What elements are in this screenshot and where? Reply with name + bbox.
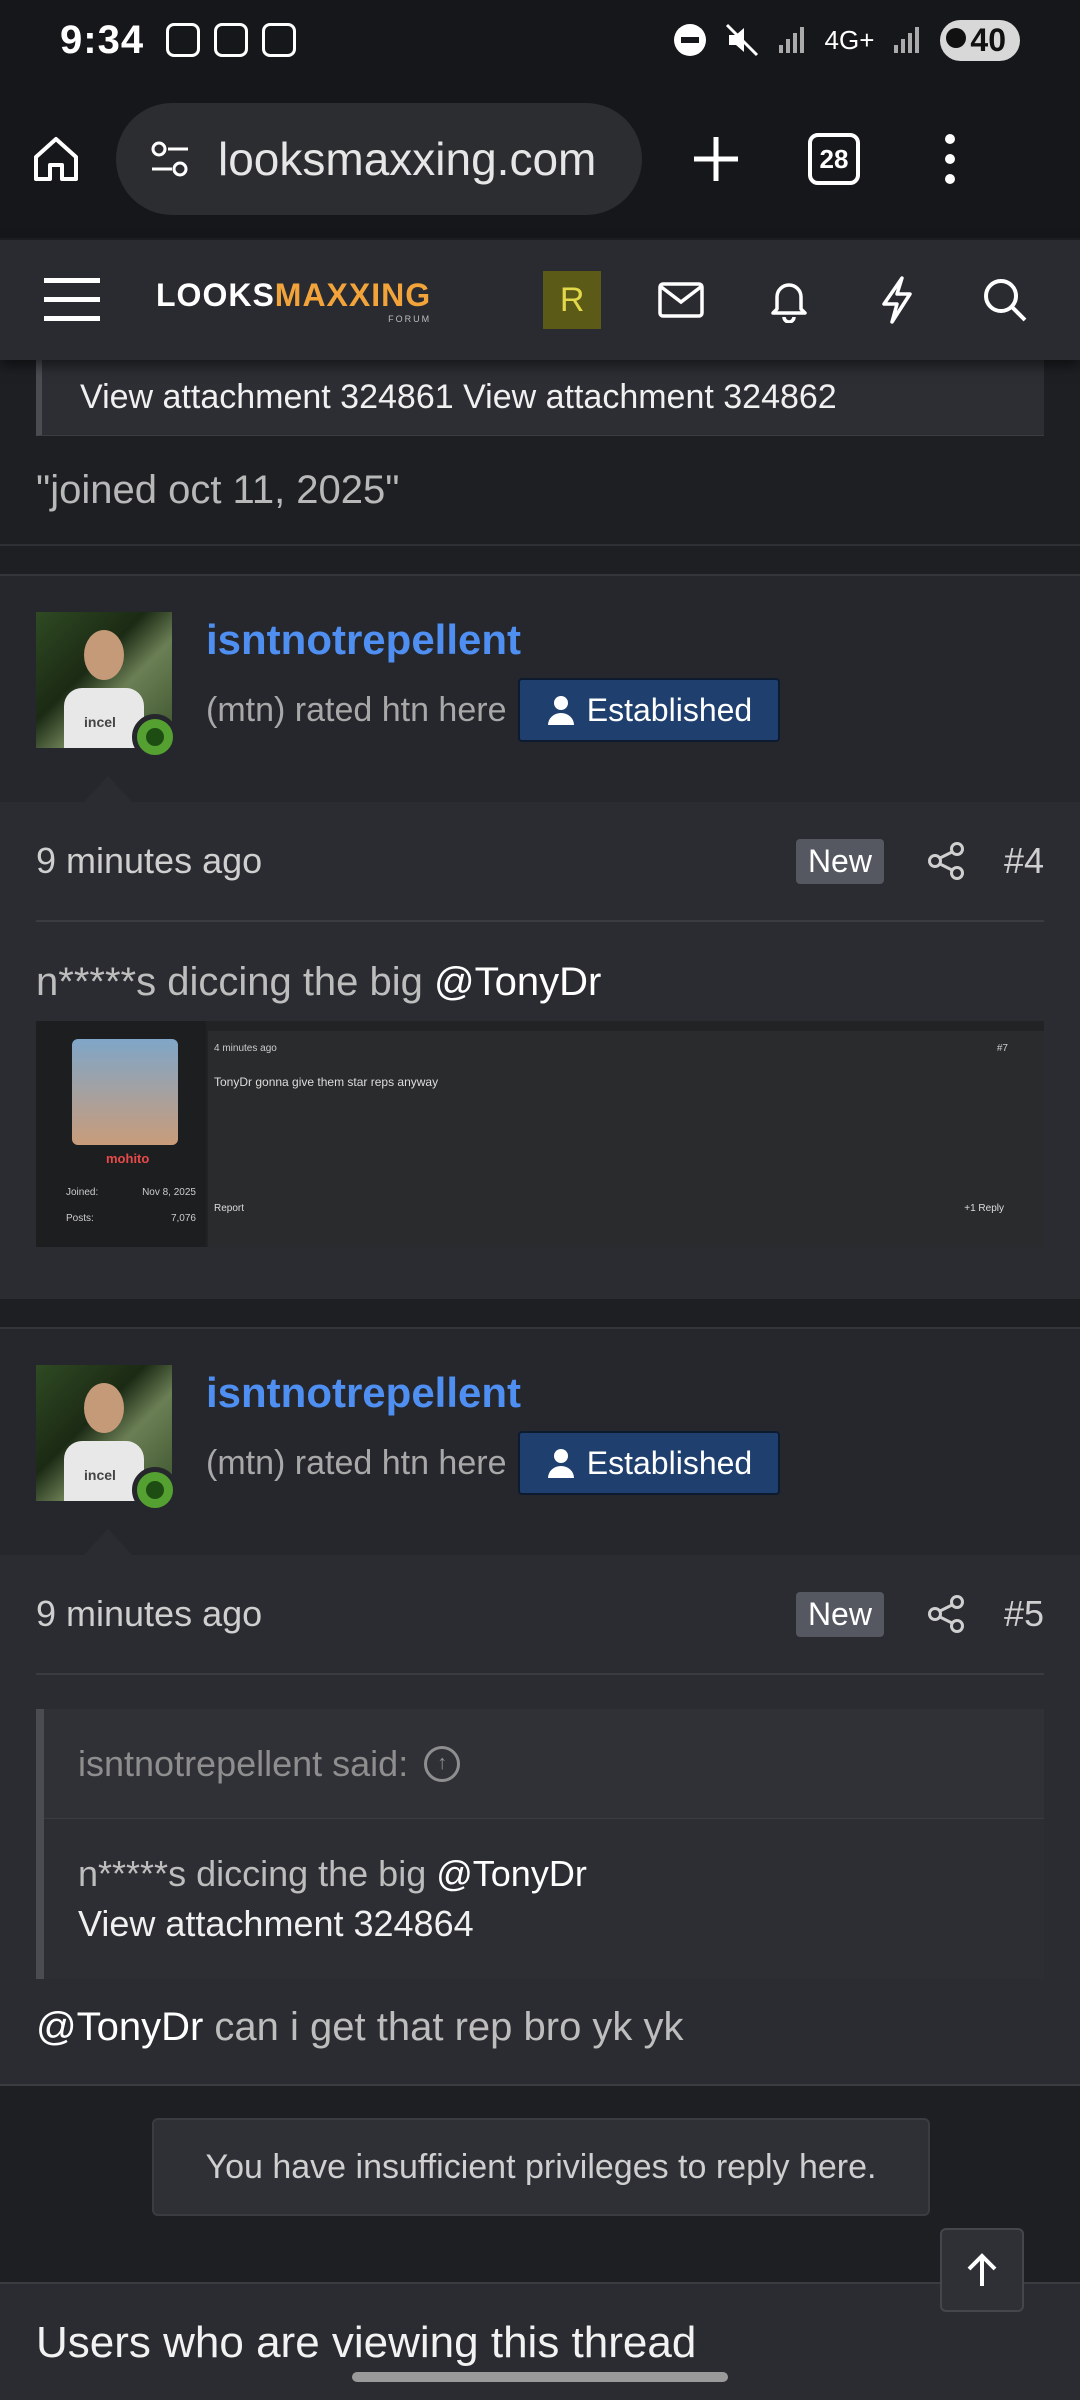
attachment-report: Report [214, 1203, 245, 1214]
post-body: 9 minutes ago New #5 isntnotrepellent sa… [0, 1555, 1080, 2086]
signal-icon-2 [894, 27, 920, 53]
new-badge: New [795, 838, 884, 884]
status-time: 9:34 [60, 17, 145, 62]
quote-body: n*****s diccing the big @TonyDr View att… [44, 1819, 1044, 1979]
attachment-image[interactable]: mohito Joined: Nov 8, 2025 Posts: 7,076 4 … [36, 1021, 1044, 1247]
gesture-nav-handle[interactable] [352, 2372, 728, 2382]
attachment-actions: +1 Reply [964, 1203, 1004, 1214]
username-link[interactable]: isntnotrepellent [206, 616, 780, 664]
viewers-heading: Users who are viewing this thread [0, 2282, 1080, 2400]
account-avatar[interactable]: R [543, 271, 602, 329]
signal-icon [778, 27, 804, 53]
attachment-posts-value: 7,076 [170, 1213, 196, 1224]
user-icon [547, 1449, 574, 1478]
established-badge: Established [518, 678, 781, 742]
logo-text-right: MAXXING [274, 276, 432, 313]
hamburger-menu-icon[interactable] [44, 276, 100, 324]
online-status-icon [132, 714, 178, 760]
established-badge: Established [518, 1431, 781, 1495]
home-icon[interactable] [28, 131, 84, 187]
user-icon [547, 696, 574, 725]
mention-link[interactable]: @TonyDr [434, 960, 601, 1004]
app-notification-icon [166, 23, 201, 57]
notification-icons [166, 23, 297, 57]
online-status-icon [132, 1467, 178, 1513]
timer-icon [262, 23, 297, 57]
post: incel isntnotrepellent (mtn) rated htn h… [0, 574, 1080, 1299]
user-avatar[interactable]: incel [36, 612, 178, 760]
arrow-up-circle-icon[interactable]: ↑ [424, 1745, 461, 1782]
inbox-icon[interactable] [653, 272, 709, 328]
message-text: can i get that rep bro yk yk [203, 2005, 684, 2049]
user-avatar[interactable]: incel [36, 1365, 178, 1513]
thread-content: View attachment 324861 View attachment 3… [0, 360, 1080, 2276]
attachment-like: +1 [964, 1203, 976, 1214]
attachment-joined-value: Nov 8, 2025 [142, 1187, 196, 1198]
logo-subtext: FORUM [388, 313, 432, 324]
attachment-member: mohito [106, 1151, 150, 1166]
insufficient-privileges-notice: You have insufficient privileges to repl… [152, 2118, 930, 2216]
status-bar: 9:34 4G+ 40 [0, 0, 1080, 80]
post-message: @TonyDr can i get that rep bro yk yk [0, 1979, 1080, 2086]
tab-switcher-button[interactable]: 28 [808, 133, 860, 185]
mute-icon [725, 23, 758, 57]
previous-post-quote[interactable]: View attachment 324861 View attachment 3… [36, 360, 1044, 436]
badge-label: Established [586, 691, 753, 728]
post-body: 9 minutes ago New #4 n*****s diccing the… [0, 802, 1080, 1299]
quote-attachment-link[interactable]: View attachment 324864 [78, 1899, 1010, 1949]
previous-post-text: "joined oct 11, 2025" [0, 436, 1080, 546]
battery-indicator: 40 [940, 19, 1020, 61]
new-tab-icon[interactable] [688, 131, 744, 187]
share-icon[interactable] [926, 841, 966, 881]
search-icon[interactable] [977, 272, 1033, 328]
url-text: looksmaxxing.com [218, 133, 597, 185]
forum-logo[interactable]: LOOKSMAXXING FORUM [156, 277, 431, 324]
mention-link[interactable]: @TonyDr [36, 2005, 203, 2049]
post-meta: 9 minutes ago New #5 [36, 1555, 1044, 1675]
message-text: n*****s diccing the big [36, 960, 435, 1004]
attachment-number: #7 [996, 1043, 1008, 1054]
system-icons: 4G+ 40 [673, 19, 1020, 61]
post-user-block: incel isntnotrepellent (mtn) rated htn h… [0, 576, 1080, 804]
logo-text-left: LOOKS [156, 276, 275, 313]
network-type: 4G+ [824, 24, 875, 55]
post-number[interactable]: #5 [1004, 1593, 1044, 1635]
site-settings-icon[interactable] [148, 137, 192, 181]
forum-header: LOOKSMAXXING FORUM R [0, 240, 1080, 360]
user-title: (mtn) rated htn here [206, 690, 507, 729]
attachment-joined-label: Joined: [66, 1187, 99, 1198]
quote-header[interactable]: isntnotrepellent said: ↑ [44, 1709, 1044, 1819]
quote-mention[interactable]: @TonyDr [436, 1853, 587, 1894]
share-icon[interactable] [926, 1594, 966, 1634]
new-badge: New [795, 1591, 884, 1637]
attachment-text: TonyDr gonna give them star reps anyway [214, 1075, 439, 1089]
address-bar[interactable]: looksmaxxing.com [116, 103, 642, 215]
attachment-time: 4 minutes ago [214, 1043, 277, 1054]
attachment-posts-label: Posts: [66, 1213, 94, 1224]
post-time[interactable]: 9 minutes ago [36, 840, 262, 882]
dnd-icon [673, 24, 706, 56]
browser-toolbar: looksmaxxing.com 28 [0, 80, 1080, 238]
post-message: n*****s diccing the big @TonyDr [0, 922, 1080, 1005]
quote-block[interactable]: isntnotrepellent said: ↑ n*****s diccing… [36, 1709, 1044, 1979]
arrow-up-icon [967, 2253, 997, 2286]
badge-label: Established [586, 1444, 753, 1481]
post-number[interactable]: #4 [1004, 840, 1044, 882]
post-user-block: incel isntnotrepellent (mtn) rated htn h… [0, 1329, 1080, 1557]
username-link[interactable]: isntnotrepellent [206, 1369, 780, 1417]
bell-icon[interactable] [761, 272, 817, 328]
screenshot-icon [214, 23, 249, 57]
post-meta: 9 minutes ago New #4 [36, 802, 1044, 922]
quote-text: n*****s diccing the big [78, 1853, 437, 1894]
post: incel isntnotrepellent (mtn) rated htn h… [0, 1327, 1080, 2086]
reply-notice-area: You have insufficient privileges to repl… [0, 2086, 1080, 2276]
attachment-reply: Reply [978, 1203, 1004, 1214]
post-time[interactable]: 9 minutes ago [36, 1593, 262, 1635]
scroll-to-top-button[interactable] [940, 2228, 1024, 2312]
attachment-avatar [72, 1039, 178, 1145]
menu-dots-icon[interactable] [940, 131, 960, 187]
lightning-icon[interactable] [869, 272, 925, 328]
user-title: (mtn) rated htn here [206, 1443, 507, 1482]
quote-author: isntnotrepellent said: [78, 1742, 409, 1784]
